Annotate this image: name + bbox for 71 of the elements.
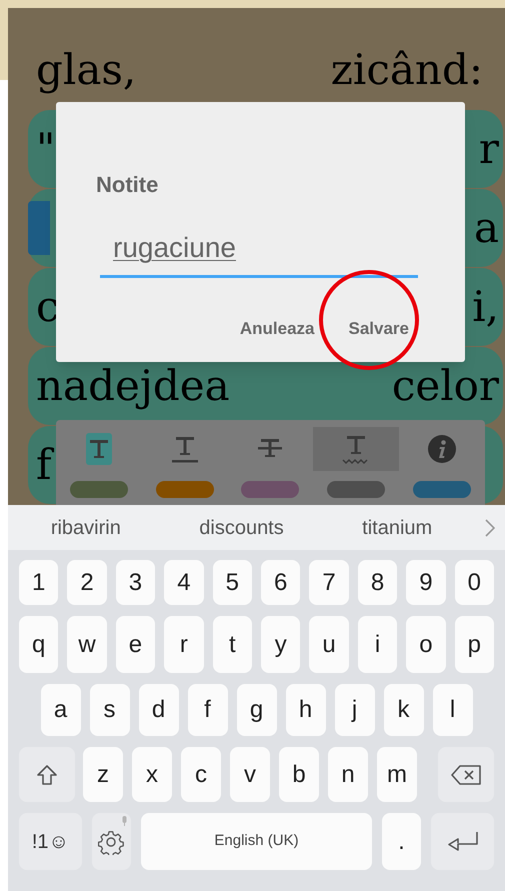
key[interactable]: x [132,747,172,802]
color-swatch[interactable] [327,480,386,498]
enter-key[interactable] [431,813,494,870]
key[interactable]: e [116,616,156,673]
key[interactable]: c [181,747,221,802]
key[interactable]: 9 [406,560,446,605]
key[interactable]: h [286,684,326,736]
key[interactable]: 6 [261,560,300,605]
text-line: nadejdea [36,362,230,410]
key[interactable]: 8 [358,560,398,605]
key[interactable]: y [261,616,300,673]
key[interactable]: q [18,616,58,673]
key[interactable]: g [236,684,276,736]
note-input-field[interactable]: rugaciune [100,230,418,278]
key[interactable]: m [377,747,417,802]
text-line: zicând: [330,46,483,94]
backspace-icon [451,764,481,784]
gear-icon [98,828,124,854]
key[interactable]: v [230,747,270,802]
color-swatch[interactable] [413,480,472,498]
text-line: glas, [36,46,136,94]
suggestion-item[interactable]: ribavirin [50,512,121,542]
key[interactable]: w [67,616,107,673]
cancel-button[interactable]: Anuleaza [236,310,318,348]
key[interactable]: 2 [67,560,107,605]
text-line: a [474,204,499,252]
key[interactable]: l [432,684,472,736]
suggestion-item[interactable]: discounts [199,512,284,542]
key[interactable]: i [358,616,398,673]
microphone-icon [122,816,128,826]
info-icon [428,435,456,463]
highlight-text-icon [86,433,112,465]
key[interactable]: t [212,616,252,673]
key[interactable]: a [40,684,80,736]
key[interactable]: z [83,747,123,802]
tool-button[interactable] [313,427,400,471]
color-swatch[interactable] [241,480,300,498]
key[interactable]: 3 [116,560,156,605]
key[interactable]: j [334,684,374,736]
symbols-key[interactable]: !1☺ [19,813,82,870]
key[interactable]: o [406,616,446,673]
key[interactable]: 1 [18,560,58,605]
dialog-title: Notite [96,171,158,199]
key[interactable]: d [138,684,178,736]
text-line: celor [392,362,499,410]
key[interactable]: p [454,616,494,673]
key[interactable]: b [279,747,319,802]
key[interactable]: 4 [164,560,204,605]
key[interactable]: n [328,747,368,802]
text-line: f [36,441,52,490]
shift-arrow-icon [36,764,58,786]
key[interactable]: k [384,684,424,736]
color-swatch[interactable] [70,480,128,498]
text-line: i, [472,283,499,332]
key[interactable]: u [309,616,349,673]
key[interactable]: f [188,684,228,736]
space-key[interactable]: English (UK) [141,813,372,870]
key[interactable]: . [382,813,422,870]
key[interactable]: 5 [212,560,252,605]
text-line: " [36,124,56,173]
key[interactable]: r [164,616,204,673]
text-line: r [478,124,499,173]
key[interactable]: 0 [454,560,494,605]
shift-key[interactable] [19,747,75,802]
key[interactable]: s [90,684,130,736]
key[interactable]: 7 [309,560,349,605]
settings-key[interactable] [92,813,132,870]
enter-icon [446,830,479,852]
color-swatch[interactable] [156,480,214,498]
suggestion-item[interactable]: titanium [362,512,432,542]
backspace-key[interactable] [438,747,494,802]
